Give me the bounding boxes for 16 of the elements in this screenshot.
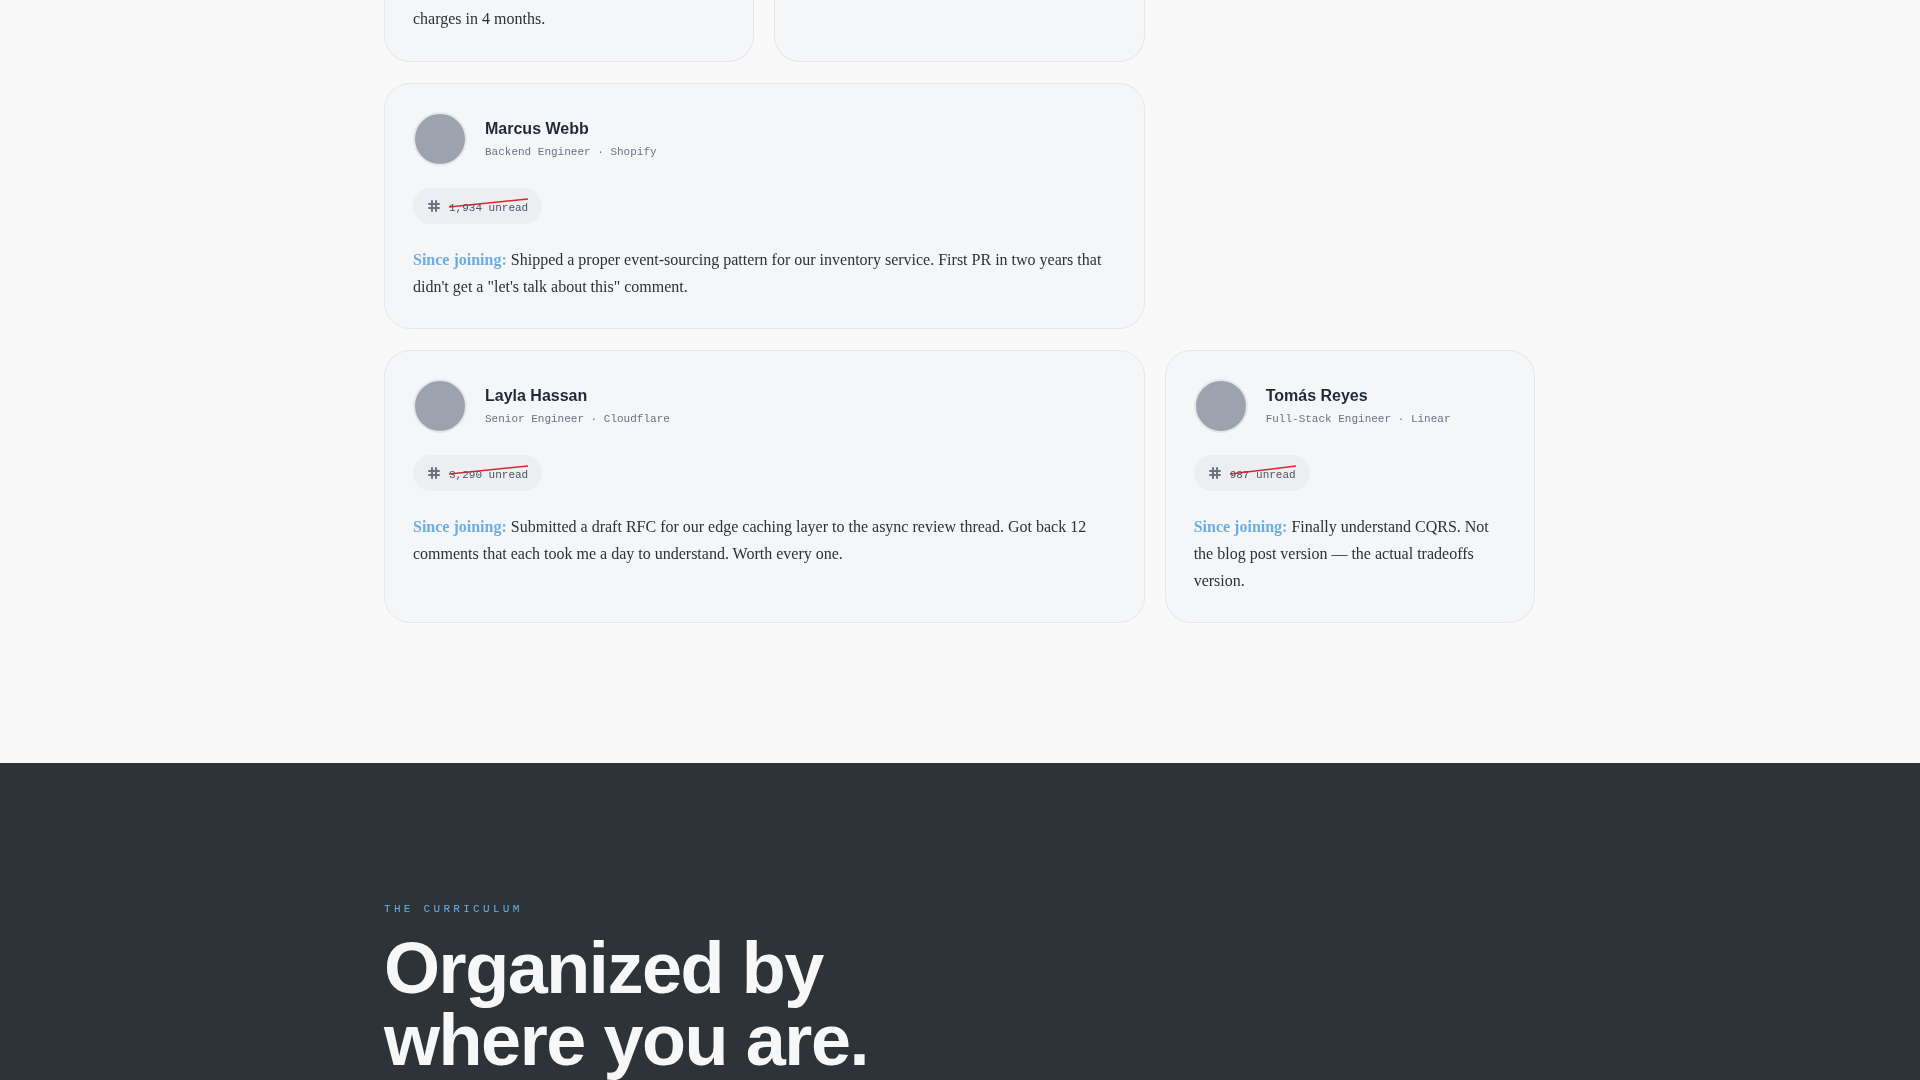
hash-icon [427,466,441,480]
person-name: Marcus Webb [485,119,590,140]
person-name: Layla Hassan [485,386,589,407]
testimonial-quote: Since joining: Shipped a proper event-sourcing pattern for our inventory service. First PR in two years that didn't get a "let's talk about this" comment. [413,250,1103,298]
testimonial-quote: Since joining: Submitted a draft RFC for our edge caching layer to the async review thread. Got back 12 comments that each took me a day to understand. Worth every one. [413,517,1088,565]
hash-icon [1207,466,1222,480]
person-role: Senior Engineer · Cloudflare [485,412,670,428]
person-role: Backend Engineer · Shopify [485,145,657,161]
person-role: Full-Stack Engineer · Linear [1265,412,1451,428]
testimonial-quote: Since joining: Finally understand CQRS. Not the blog post version — the actual tradeoffs version. [1193,517,1490,591]
avatar [413,112,467,166]
person-name: Tomás Reyes [1265,386,1369,407]
hash-icon [427,199,441,213]
testimonial-quote: charges in 4 months. [413,9,546,30]
section-eyebrow: THE CURRICULUM [384,902,524,917]
avatar [413,379,467,433]
